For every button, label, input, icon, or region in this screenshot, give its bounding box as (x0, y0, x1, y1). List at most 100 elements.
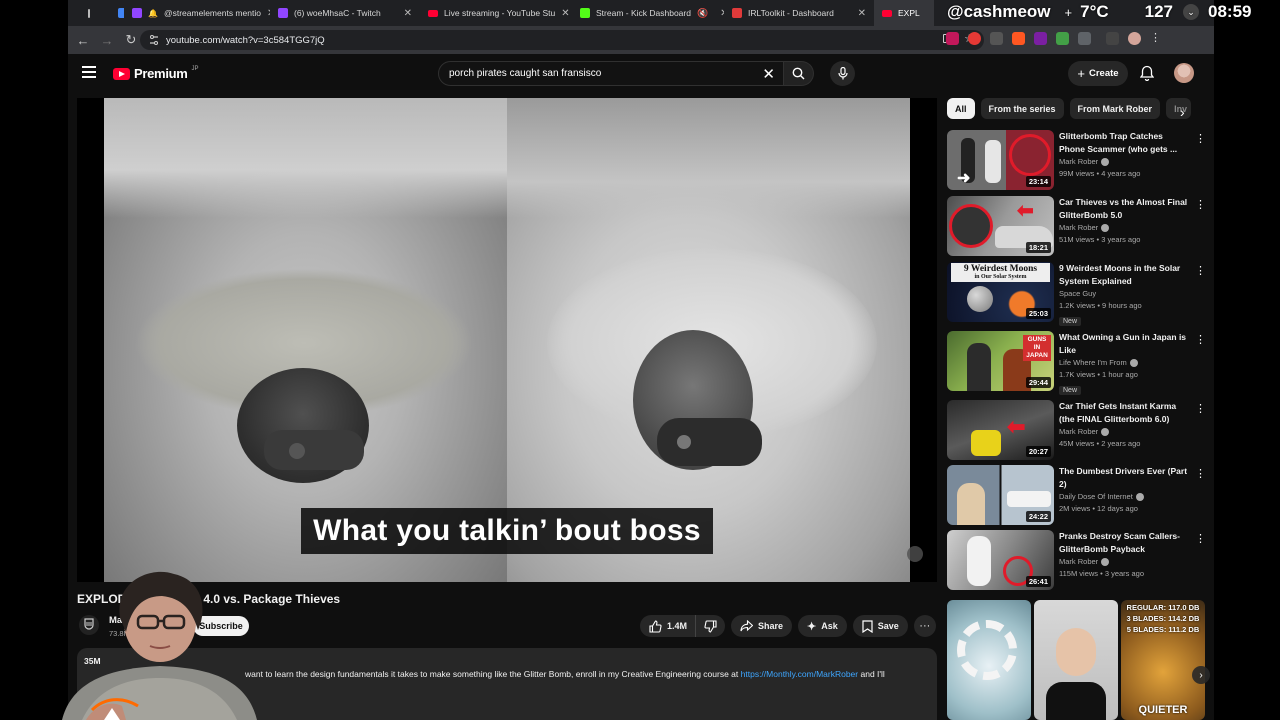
video-thumbnail[interactable]: 26:41 (947, 530, 1054, 590)
list-item[interactable]: ⬅ 18:21 Car Thieves vs the Almost Final … (947, 196, 1207, 258)
description-link[interactable]: https://Monthly.com/MarkRober (741, 669, 858, 679)
new-badge: New (1059, 386, 1082, 395)
tab-irltoolkit[interactable]: IRLToolkit - Dashboard ✕ (724, 0, 874, 26)
extension-icon[interactable] (990, 32, 1003, 45)
video-thumbnail[interactable]: 9 Weirdest Moons in Our Solar System 25:… (947, 262, 1054, 322)
video-title[interactable]: 9 Weirdest Moons in the Solar System Exp… (1059, 262, 1189, 287)
video-title[interactable]: The Dumbest Drivers Ever (Part 2) (1059, 465, 1189, 490)
list-item[interactable]: 9 Weirdest Moons in Our Solar System 25:… (947, 262, 1207, 326)
duration-badge: 26:41 (1025, 576, 1051, 587)
video-thumbnail[interactable]: 24:22 (947, 465, 1054, 525)
chevron-right-icon[interactable]: › (1180, 104, 1185, 120)
hamburger-menu-icon[interactable] (82, 66, 96, 78)
back-button[interactable]: ← (72, 29, 94, 51)
video-thumbnail[interactable]: ⬅ 18:21 (947, 196, 1054, 256)
ask-button[interactable]: ✦ Ask (798, 615, 847, 637)
short-thumbnail[interactable]: REGULAR: 117.0 DB 3 BLADES: 114.2 DB 5 B… (1121, 600, 1205, 720)
dislike-button[interactable] (695, 615, 726, 637)
sidebar-toggle-icon[interactable] (88, 8, 90, 18)
channel-name[interactable]: Mark Rober (1059, 223, 1098, 232)
video-thumbnail[interactable]: ➜ 23:14 (947, 130, 1054, 190)
channel-name[interactable]: Life Where I'm From (1059, 358, 1127, 367)
close-icon[interactable]: ✕ (858, 8, 866, 19)
list-item[interactable]: ➜ 23:14 Glitterbomb Trap Catches Phone S… (947, 130, 1207, 192)
channel-name[interactable]: Daily Dose Of Internet (1059, 492, 1133, 501)
reading-list-icon[interactable] (1106, 32, 1119, 45)
channel-name[interactable]: Mark Rober (1059, 557, 1098, 566)
duration-badge: 18:21 (1025, 242, 1051, 253)
channel-name[interactable]: Mark Rober (1059, 157, 1098, 166)
create-button[interactable]: + Create (1068, 61, 1128, 86)
mute-icon[interactable]: 🔇 (697, 8, 708, 19)
more-options-icon[interactable]: ⋮ (1195, 402, 1206, 415)
close-icon[interactable]: ✕ (561, 8, 569, 19)
video-title[interactable]: Glitterbomb Trap Catches Phone Scammer (… (1059, 130, 1189, 155)
tab-pinned[interactable] (68, 0, 124, 26)
chevron-right-icon[interactable]: › (1192, 666, 1210, 684)
video-thumbnail[interactable]: GUNS IN JAPAN 29:44 (947, 331, 1054, 391)
list-item[interactable]: 24:22 The Dumbest Drivers Ever (Part 2) … (947, 465, 1207, 527)
new-tab-button[interactable]: + (1065, 5, 1073, 20)
tab-label: Live streaming - YouTube Stu (444, 8, 556, 18)
video-title[interactable]: Car Thief Gets Instant Karma (the FINAL … (1059, 400, 1189, 425)
tab-streamelements[interactable]: 🔔 @streamelements mentio ✕ (124, 0, 270, 26)
avatar[interactable] (1128, 32, 1141, 45)
chip-more[interactable]: Inv (1166, 98, 1192, 119)
list-item[interactable]: 26:41 Pranks Destroy Scam Callers- Glitt… (947, 530, 1207, 592)
extensions-puzzle-icon[interactable] (1078, 32, 1091, 45)
menu-icon[interactable]: ⋮ (1150, 32, 1161, 45)
channel-watermark-icon[interactable] (907, 546, 923, 562)
thumbnail-subtext: in Our Solar System (974, 274, 1027, 280)
youtube-logo[interactable]: Premium JP (113, 66, 199, 81)
site-settings-icon[interactable] (148, 34, 160, 46)
close-icon[interactable]: ✕ (404, 8, 412, 19)
chip-from-channel[interactable]: From Mark Rober (1069, 98, 1161, 119)
related-filter-chips: All From the series From Mark Rober Inv (947, 98, 1197, 120)
video-title[interactable]: What Owning a Gun in Japan is Like (1059, 331, 1189, 356)
more-options-icon[interactable]: ⋮ (1195, 532, 1206, 545)
share-button[interactable]: Share (731, 615, 793, 637)
more-options-icon[interactable]: ⋮ (1195, 467, 1206, 480)
extension-icon[interactable] (1056, 32, 1069, 45)
chip-from-series[interactable]: From the series (980, 98, 1064, 119)
forward-button[interactable]: → (96, 29, 118, 51)
chip-all[interactable]: All (947, 98, 975, 119)
thumbnail-text: GUNS IN JAPAN (1023, 335, 1051, 361)
tab-kick[interactable]: Stream - Kick Dashboard 🔇 ✕ (572, 0, 724, 26)
extension-icon[interactable] (1034, 32, 1047, 45)
short-thumbnail[interactable] (1034, 600, 1118, 720)
extension-icon[interactable] (946, 32, 959, 45)
extension-icon[interactable] (968, 32, 981, 45)
video-stats: 1.7K views • 1 hour ago (1059, 370, 1138, 379)
search-button[interactable] (784, 61, 814, 86)
more-options-icon[interactable]: ⋮ (1195, 333, 1206, 346)
list-item[interactable]: GUNS IN JAPAN 29:44 What Owning a Gun in… (947, 331, 1207, 395)
like-button[interactable]: 1.4M (640, 615, 696, 637)
video-player[interactable]: What you talkin’ bout boss (77, 98, 937, 582)
duration-badge: 23:14 (1025, 176, 1051, 187)
channel-name[interactable]: Mark Rober (1059, 427, 1098, 436)
video-title[interactable]: Car Thieves vs the Almost Final GlitterB… (1059, 196, 1189, 221)
voice-search-button[interactable] (830, 61, 855, 86)
clear-search-icon[interactable]: ✕ (762, 65, 775, 83)
reload-button[interactable]: ↻ (120, 29, 142, 51)
omnibox[interactable]: youtube.com/watch?v=3c584TGG7jQ ☆ (140, 30, 984, 50)
more-options-icon[interactable]: ⋮ (1195, 264, 1206, 277)
avatar[interactable] (1174, 63, 1194, 83)
channel-name[interactable]: Space Guy (1059, 289, 1096, 298)
tab-youtube-studio[interactable]: Live streaming - YouTube Stu ✕ (420, 0, 572, 26)
video-title[interactable]: Pranks Destroy Scam Callers- GlitterBomb… (1059, 530, 1189, 555)
tab-active-video[interactable]: EXPL (874, 0, 934, 26)
save-button[interactable]: Save (852, 615, 908, 637)
more-options-icon[interactable]: ⋮ (1195, 132, 1206, 145)
extension-icon[interactable] (1012, 32, 1025, 45)
short-thumbnail[interactable] (947, 600, 1031, 720)
list-item[interactable]: ⬅ 20:27 Car Thief Gets Instant Karma (th… (947, 400, 1207, 462)
video-thumbnail[interactable]: ⬅ 20:27 (947, 400, 1054, 460)
chevron-down-icon[interactable]: ⌄ (1183, 4, 1200, 20)
more-actions-button[interactable]: ··· (913, 615, 936, 637)
more-options-icon[interactable]: ⋮ (1195, 198, 1206, 211)
notifications-bell-icon[interactable] (1140, 65, 1154, 81)
tab-twitch[interactable]: (6) woeMhsaC - Twitch ✕ (270, 0, 420, 26)
search-input[interactable]: porch pirates caught san fransisco ✕ (438, 61, 784, 86)
